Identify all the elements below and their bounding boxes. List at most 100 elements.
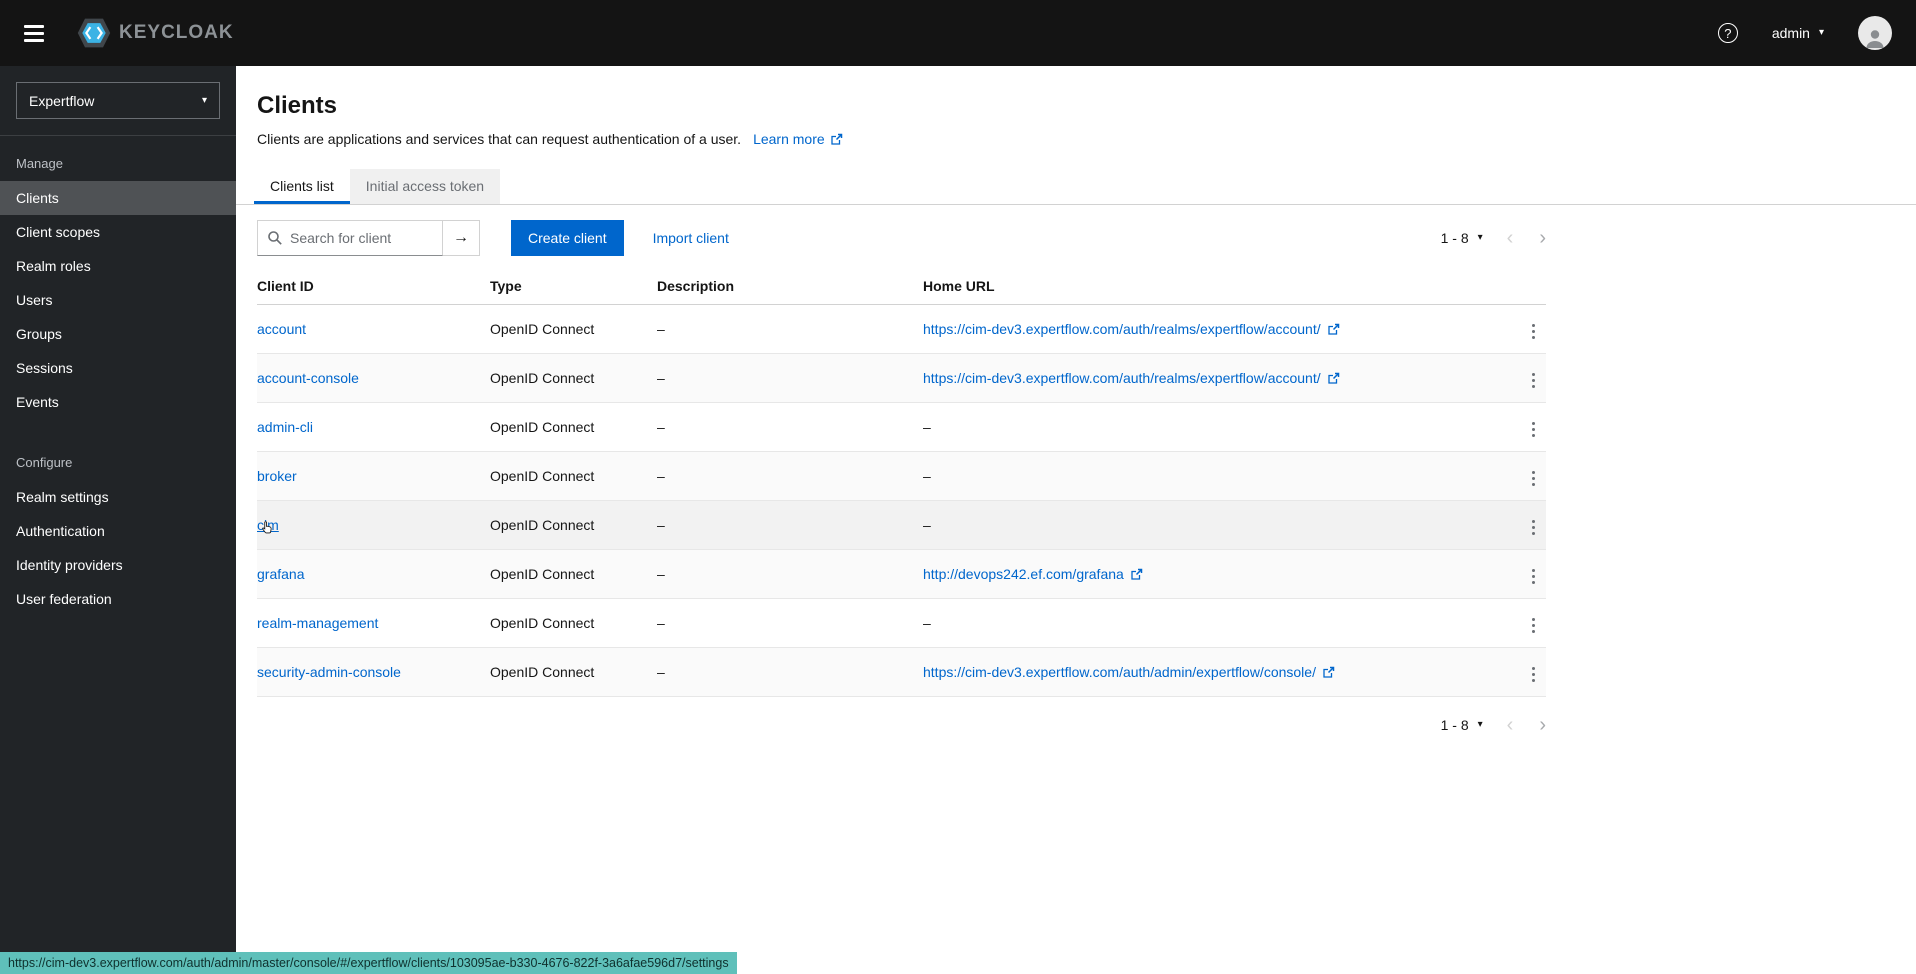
pagination-bottom: 1 - 8 ▾ ‹ › [1441,715,1546,735]
sidebar-item-users[interactable]: Users [0,283,236,317]
pagination-dropdown[interactable]: 1 - 8 ▾ [1441,230,1483,246]
kebab-menu-icon[interactable] [1525,319,1542,344]
client-id-cell: grafana [257,550,490,599]
kebab-menu-icon[interactable] [1525,515,1542,540]
menu-toggle-icon[interactable] [24,25,44,42]
search-submit-button[interactable]: → [443,220,480,256]
client-id-cell: realm-management [257,599,490,648]
user-name: admin [1772,25,1810,41]
sidebar-item-user-federation[interactable]: User federation [0,582,236,616]
import-client-link[interactable]: Import client [653,230,729,246]
keycloak-logo: KEYCLOAK [76,15,234,51]
sidebar-item-events[interactable]: Events [0,385,236,419]
topbar: KEYCLOAK ? admin ▾ [0,0,1916,66]
client-id-link[interactable]: broker [257,468,297,484]
chevron-down-icon: ▾ [1478,720,1483,730]
home-url-cell: https://cim-dev3.expertflow.com/auth/rea… [923,305,1506,354]
home-url-link[interactable]: http://devops242.ef.com/grafana [923,566,1143,582]
kebab-menu-icon[interactable] [1525,662,1542,687]
sidebar-item-clients[interactable]: Clients [0,181,236,215]
sidebar-item-realm-settings[interactable]: Realm settings [0,480,236,514]
sidebar-item-authentication[interactable]: Authentication [0,514,236,548]
pagination-dropdown[interactable]: 1 - 8 ▾ [1441,717,1483,733]
avatar[interactable] [1858,16,1892,50]
tab-clients-list[interactable]: Clients list [254,169,350,204]
kebab-menu-icon[interactable] [1525,564,1542,589]
search-input[interactable] [258,221,442,255]
sidebar-item-identity-providers[interactable]: Identity providers [0,548,236,582]
type-cell: OpenID Connect [490,403,657,452]
home-url-link[interactable]: https://cim-dev3.expertflow.com/auth/rea… [923,370,1340,386]
next-page-button[interactable]: › [1539,228,1546,248]
previous-page-button[interactable]: ‹ [1507,715,1514,735]
page-title: Clients [257,92,1892,120]
home-url-link[interactable]: https://cim-dev3.expertflow.com/auth/rea… [923,321,1340,337]
help-icon[interactable]: ? [1718,23,1738,43]
status-url: https://cim-dev3.expertflow.com/auth/adm… [0,952,737,974]
chevron-down-icon: ▾ [1819,28,1824,38]
client-id-link[interactable]: account [257,321,306,337]
sidebar-nav: ManageClientsClient scopesRealm rolesUse… [0,135,236,616]
table-row: cimOpenID Connect–– [257,501,1546,550]
home-url-cell: https://cim-dev3.expertflow.com/auth/rea… [923,354,1506,403]
home-url-empty: – [923,468,931,484]
table-row: account-console OpenID Connect–https://ci… [257,354,1546,403]
column-header: Home URL [923,268,1506,305]
client-id-link[interactable]: security-admin-console [257,664,401,680]
table-header-row: Client IDTypeDescriptionHome URL [257,268,1546,305]
table-row: grafanaOpenID Connect–http://devops242.e… [257,550,1546,599]
actions-cell [1506,403,1546,452]
type-cell: OpenID Connect [490,305,657,354]
home-url-cell: – [923,403,1506,452]
column-header-actions [1506,268,1546,305]
previous-page-button[interactable]: ‹ [1507,228,1514,248]
realm-selector[interactable]: Expertflow ▾ [16,82,220,119]
actions-cell [1506,452,1546,501]
description-cell: – [657,354,923,403]
column-header: Description [657,268,923,305]
search-box [257,220,443,256]
sidebar-item-client-scopes[interactable]: Client scopes [0,215,236,249]
description-cell: – [657,599,923,648]
learn-more-link[interactable]: Learn more [753,131,843,147]
realm-selector-value: Expertflow [29,93,94,109]
type-cell: OpenID Connect [490,354,657,403]
kebab-menu-icon[interactable] [1525,368,1542,393]
home-url-empty: – [923,419,931,435]
clients-table: Client IDTypeDescriptionHome URL account… [257,268,1546,697]
type-cell: OpenID Connect [490,599,657,648]
table-row: accountOpenID Connect–https://cim-dev3.e… [257,305,1546,354]
search-icon [267,230,283,246]
client-id-link[interactable]: admin-cli [257,419,313,435]
external-link-icon [1327,323,1340,336]
chevron-down-icon: ▾ [202,96,207,106]
kebab-menu-icon[interactable] [1525,613,1542,638]
kebab-menu-icon[interactable] [1525,466,1542,491]
description-cell: – [657,452,923,501]
kebab-menu-icon[interactable] [1525,417,1542,442]
client-id-cell: admin-cli [257,403,490,452]
client-id-link[interactable]: account-console [257,370,359,386]
home-url-cell: – [923,599,1506,648]
external-link-icon [1322,666,1335,679]
home-url-cell: https://cim-dev3.expertflow.com/auth/adm… [923,648,1506,697]
next-page-button[interactable]: › [1539,715,1546,735]
client-id-link[interactable]: realm-management [257,615,378,631]
type-cell: OpenID Connect [490,452,657,501]
external-link-icon [1130,568,1143,581]
user-menu[interactable]: admin ▾ [1772,25,1824,41]
sidebar-item-groups[interactable]: Groups [0,317,236,351]
sidebar-item-realm-roles[interactable]: Realm roles [0,249,236,283]
client-id-cell: broker [257,452,490,501]
client-id-cell: security-admin-console [257,648,490,697]
sidebar-item-sessions[interactable]: Sessions [0,351,236,385]
pagination-top: 1 - 8 ▾ ‹ › [1441,228,1546,248]
client-id-link[interactable]: grafana [257,566,304,582]
table-row: realm-managementOpenID Connect–– [257,599,1546,648]
home-url-link[interactable]: https://cim-dev3.expertflow.com/auth/adm… [923,664,1335,680]
table-row: security-admin-consoleOpenID Connect–htt… [257,648,1546,697]
user-avatar-icon [1862,26,1888,50]
create-client-button[interactable]: Create client [511,220,624,256]
tab-initial-access-token[interactable]: Initial access token [350,169,500,204]
client-id-cell: cim [257,501,490,550]
